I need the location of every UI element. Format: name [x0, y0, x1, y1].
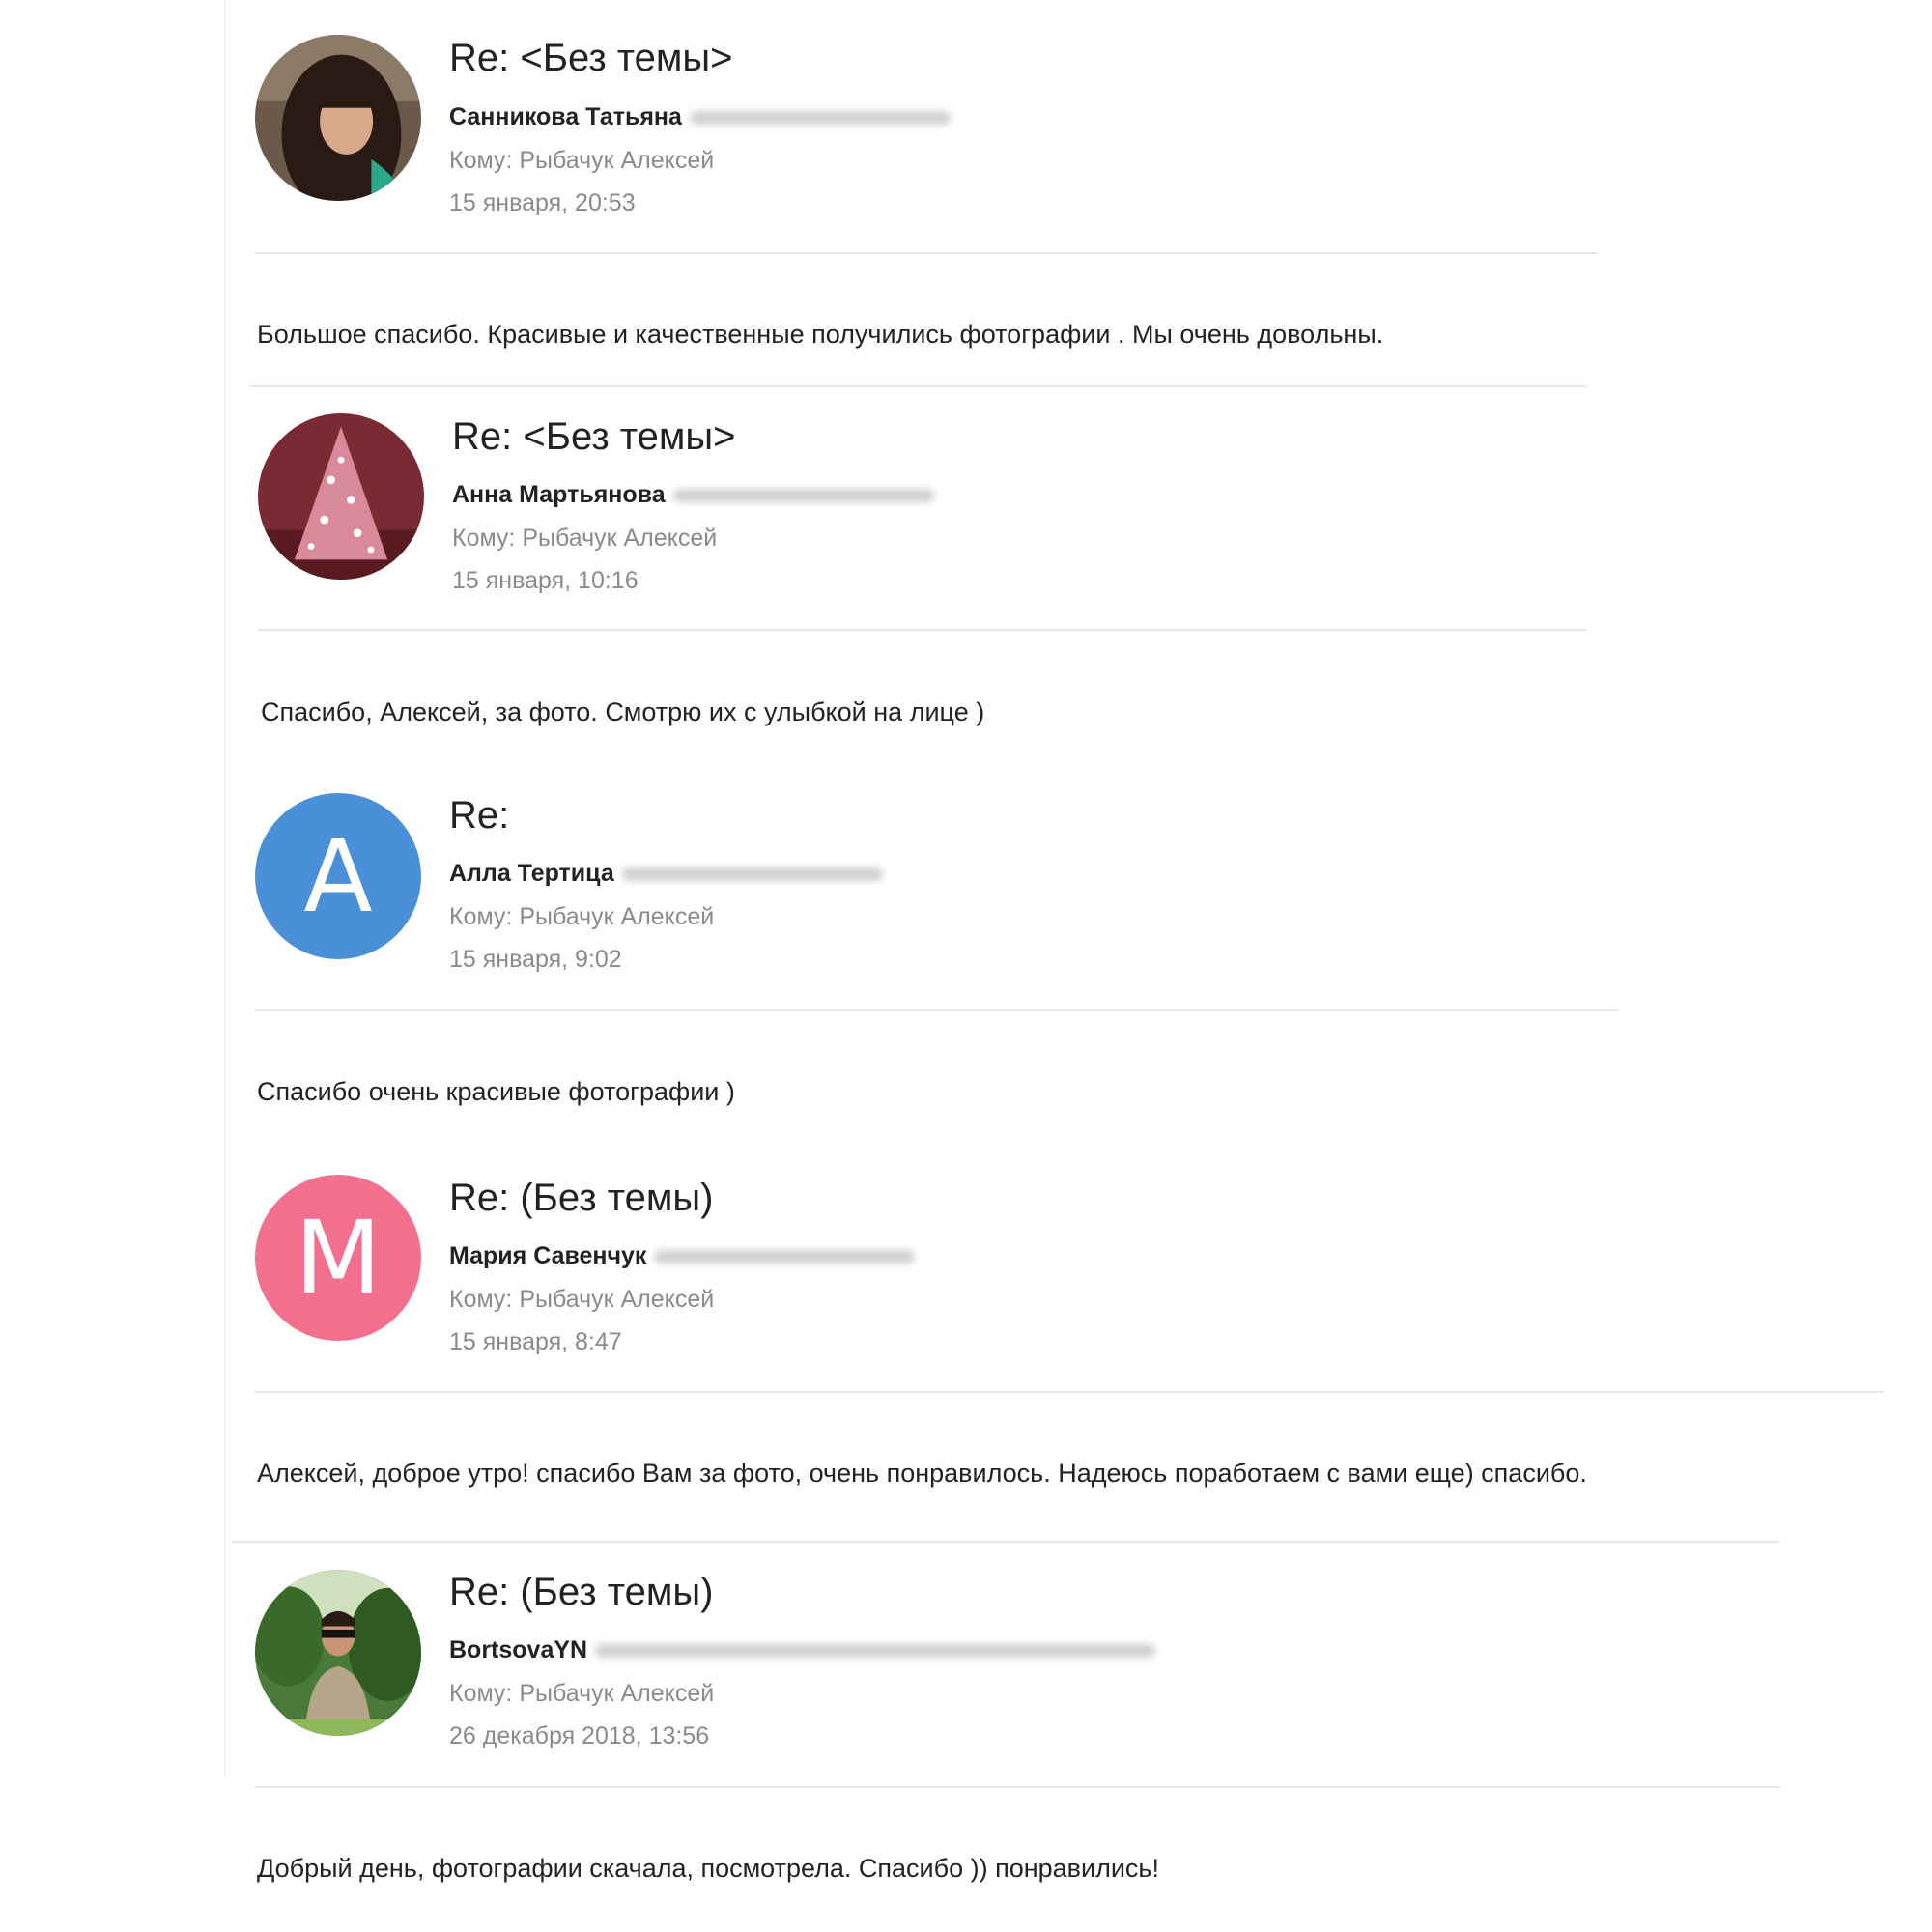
sender-email-blurred	[654, 1250, 916, 1264]
message-date: 15 января, 9:02	[449, 946, 622, 973]
header-divider	[255, 1786, 1779, 1788]
message-body: Спасибо, Алексей, за фото. Смотрю их с у…	[261, 697, 985, 726]
avatar-letter: A	[303, 817, 373, 935]
message-date: 15 января, 10:16	[452, 567, 639, 594]
woman-photo-icon	[255, 35, 421, 201]
message-divider	[249, 385, 1586, 387]
message-divider	[232, 1541, 1779, 1543]
sender-name[interactable]: Алла Тертица	[449, 860, 883, 888]
message-date: 15 января, 8:47	[449, 1328, 622, 1355]
header-divider	[258, 629, 1586, 631]
message-body: Алексей, доброе утро! спасибо Вам за фот…	[257, 1459, 1587, 1488]
recipient-line: Кому: Рыбачук Алексей	[449, 147, 715, 174]
sender-name[interactable]: Анна Мартьянова	[452, 481, 934, 509]
recipient-line: Кому: Рыбачук Алексей	[449, 1680, 715, 1707]
header-divider	[255, 1391, 1884, 1393]
message-date: 26 декабря 2018, 13:56	[449, 1722, 710, 1749]
sender-avatar	[255, 1570, 421, 1736]
sender-name[interactable]: Санникова Татьяна	[449, 103, 951, 131]
message-body: Большое спасибо. Красивые и качественные…	[257, 320, 1384, 349]
message-subject[interactable]: Re: <Без темы>	[452, 415, 736, 459]
sender-avatar: A	[255, 793, 421, 959]
avatar-letter: M	[295, 1199, 382, 1317]
christmas-tree-photo-icon	[258, 413, 424, 580]
message-date: 15 января, 20:53	[449, 189, 636, 216]
sender-name-text: Мария Савенчук	[449, 1242, 647, 1269]
sender-name-text: Алла Тертица	[449, 860, 614, 887]
message-subject[interactable]: Re: (Без темы)	[449, 1177, 713, 1220]
recipient-line: Кому: Рыбачук Алексей	[449, 1286, 715, 1313]
sender-avatar	[255, 35, 421, 201]
sender-name-text: Анна Мартьянова	[452, 481, 666, 508]
message-body: Добрый день, фотографии скачала, посмотр…	[257, 1854, 1159, 1883]
sender-name[interactable]: BortsovaYN	[449, 1636, 1156, 1664]
header-divider	[255, 252, 1598, 254]
sender-email-blurred	[621, 867, 883, 882]
sender-name-text: BortsovaYN	[449, 1636, 588, 1663]
recipient-line: Кому: Рыбачук Алексей	[449, 903, 715, 930]
recipient-line: Кому: Рыбачук Алексей	[452, 525, 718, 552]
message-body: Спасибо очень красивые фотографии )	[257, 1077, 735, 1106]
sender-avatar: M	[255, 1175, 421, 1341]
message-subject[interactable]: Re: (Без темы)	[449, 1571, 713, 1614]
message-subject[interactable]: Re:	[449, 794, 509, 838]
panel-edge	[224, 0, 226, 1777]
sender-avatar	[258, 413, 424, 580]
message-subject[interactable]: Re: <Без темы>	[449, 37, 733, 80]
sender-email-blurred	[672, 489, 934, 503]
sender-name[interactable]: Мария Савенчук	[449, 1242, 916, 1270]
sender-email-blurred	[595, 1644, 1156, 1659]
header-divider	[255, 1009, 1617, 1011]
sender-name-text: Санникова Татьяна	[449, 103, 682, 130]
sender-email-blurred	[689, 111, 951, 126]
woman-garden-photo-icon	[255, 1570, 421, 1736]
